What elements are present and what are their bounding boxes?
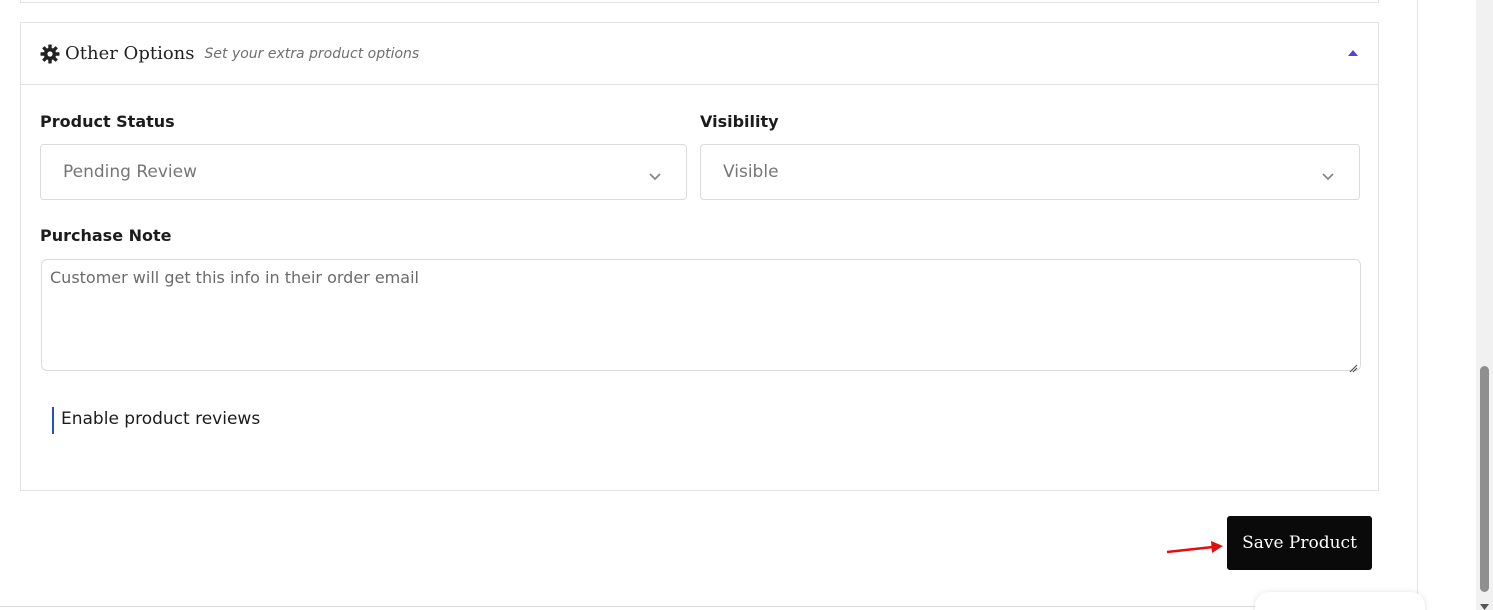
section-title: Other Options <box>65 43 195 64</box>
scrollbar[interactable] <box>1476 0 1493 610</box>
content-divider <box>1417 0 1418 600</box>
scroll-down-icon[interactable] <box>1479 596 1490 610</box>
resize-handle-icon[interactable] <box>1348 358 1358 373</box>
purchase-note-label: Purchase Note <box>40 226 172 245</box>
page: Other Options Set your extra product opt… <box>0 0 1493 610</box>
previous-card-edge <box>20 0 1379 3</box>
visibility-value: Visible <box>723 162 779 182</box>
arrow-right-icon <box>1166 541 1223 554</box>
floating-widget[interactable] <box>1255 592 1425 610</box>
product-status-value: Pending Review <box>63 162 198 182</box>
chevron-down-icon <box>1321 167 1335 181</box>
save-product-button[interactable]: Save Product <box>1227 516 1372 570</box>
other-options-card: Other Options Set your extra product opt… <box>20 22 1379 491</box>
visibility-select[interactable]: Visible <box>700 144 1360 200</box>
section-subtitle: Set your extra product options <box>204 45 420 62</box>
gear-icon <box>40 44 60 64</box>
product-status-select[interactable]: Pending Review <box>40 144 687 200</box>
card-header[interactable]: Other Options Set your extra product opt… <box>21 23 1378 85</box>
chevron-down-icon <box>648 167 662 181</box>
reviews-toggle-indicator[interactable] <box>52 407 54 434</box>
caret-up-icon[interactable] <box>1347 43 1359 56</box>
product-status-label: Product Status <box>40 112 175 131</box>
purchase-note-placeholder: Customer will get this info in their ord… <box>50 268 419 287</box>
scrollbar-thumb[interactable] <box>1480 366 1489 592</box>
enable-reviews-label[interactable]: Enable product reviews <box>61 409 260 429</box>
bottom-divider <box>0 606 1420 607</box>
purchase-note-textarea[interactable]: Customer will get this info in their ord… <box>41 259 1361 373</box>
visibility-label: Visibility <box>700 112 779 131</box>
